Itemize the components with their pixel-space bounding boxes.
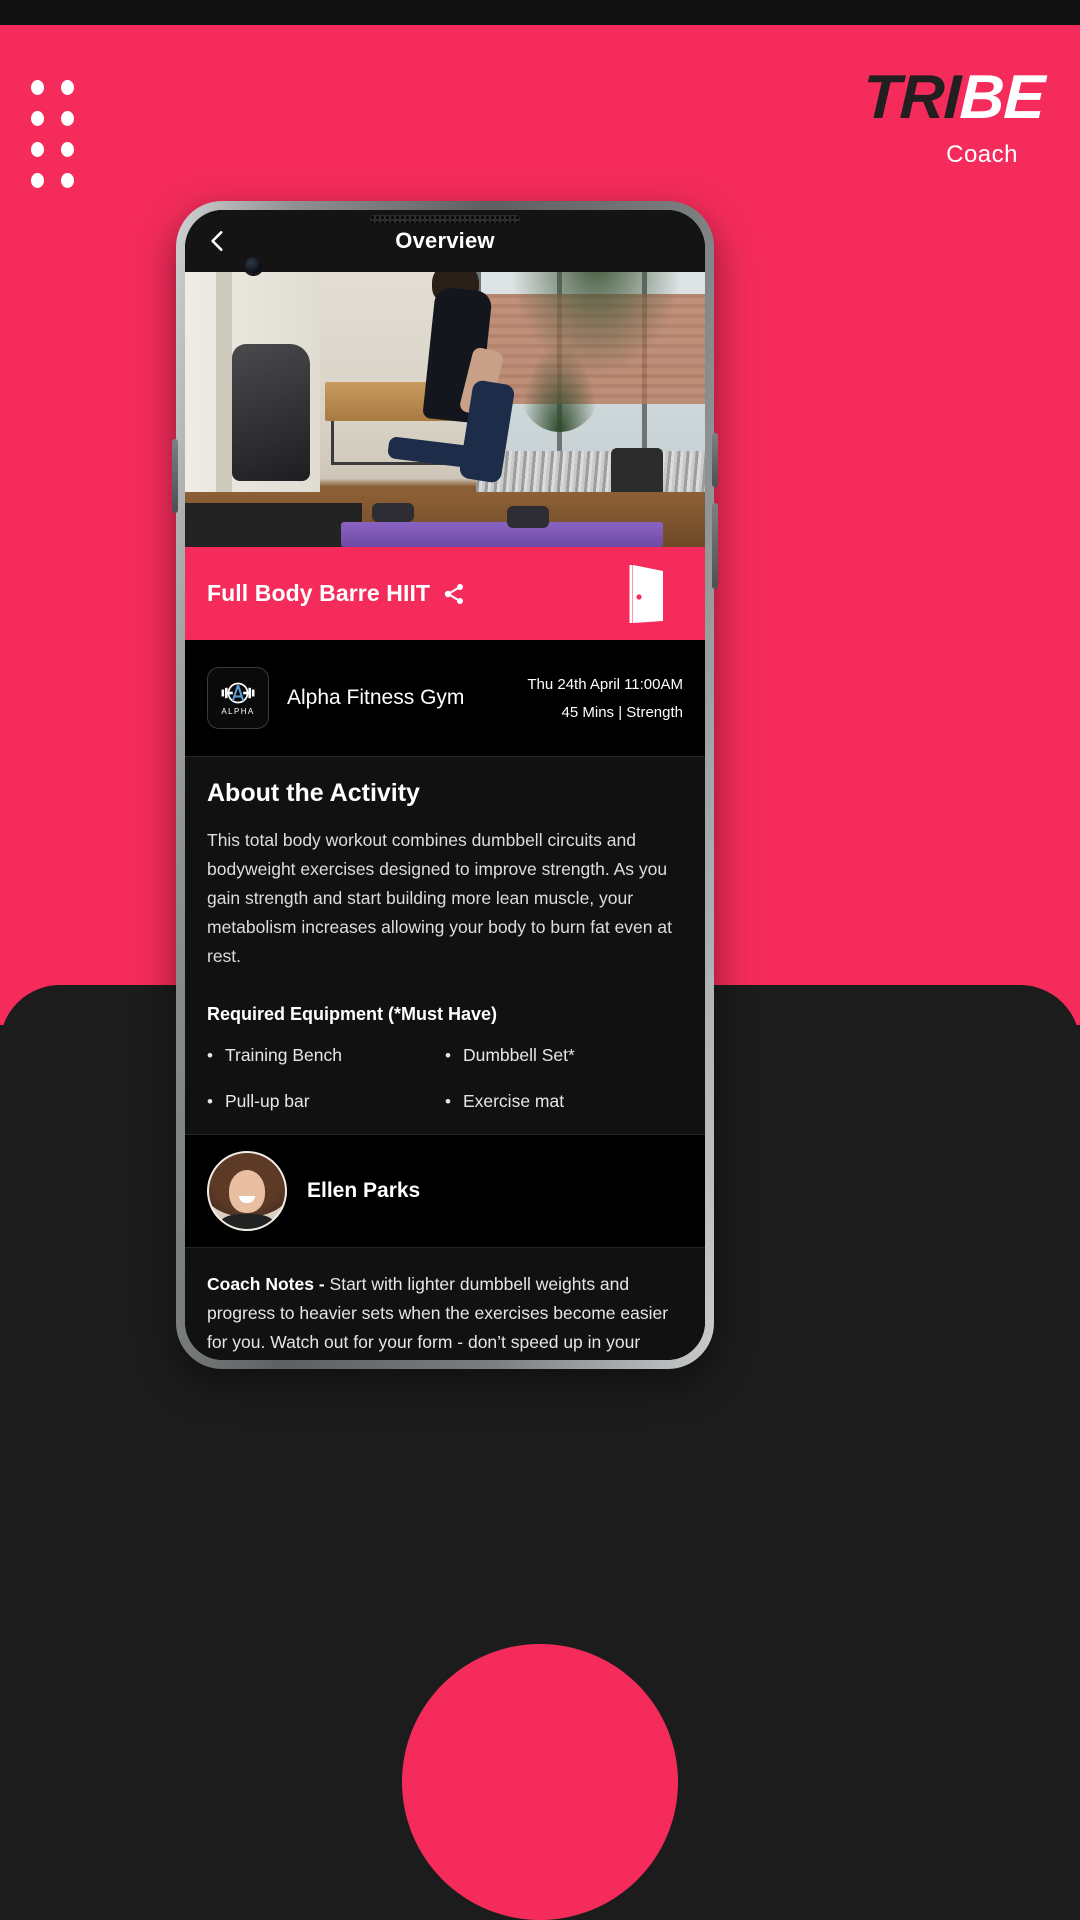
phone-front-camera [245, 257, 262, 274]
dot [31, 111, 44, 126]
coach-notes-label: Coach Notes - [207, 1274, 330, 1295]
app-screen: Overview Full Body Barre HIIT ALPHA Alph… [185, 210, 705, 1360]
door-exit-icon[interactable] [625, 563, 669, 625]
dot [61, 142, 74, 157]
avatar [207, 1151, 287, 1232]
coach-notes-paragraph: Coach Notes - Start with lighter dumbbel… [207, 1270, 683, 1360]
equipment-item: • Pull-up bar [207, 1091, 445, 1112]
dot [31, 173, 44, 188]
equipment-heading: Required Equipment (*Must Have) [207, 1004, 498, 1025]
gym-schedule: Thu 24th April 11:00AM [527, 675, 683, 693]
phone-power-button [712, 433, 718, 487]
equipment-label: Pull-up bar [224, 1091, 310, 1112]
bullet-icon: • [207, 1046, 213, 1066]
about-body: This total body workout combines dumbbel… [207, 830, 672, 966]
video-door-frame [216, 272, 232, 503]
workout-video-thumbnail[interactable] [185, 272, 705, 547]
equipment-label: Training Bench [224, 1045, 343, 1066]
pink-circle-decoration [402, 1644, 678, 1920]
gym-schedule-meta: Thu 24th April 11:00AM 45 Mins | Strengt… [527, 676, 683, 721]
avatar-body [221, 1214, 273, 1230]
video-exercise-bike [231, 343, 310, 481]
about-section: About the Activity This total body worko… [185, 757, 705, 1136]
dot-grid-decoration [31, 80, 91, 204]
equipment-label: Exercise mat [462, 1091, 565, 1112]
dot [61, 173, 74, 188]
equipment-list: • Training Bench • Dumbbell Set* • Pull-up … [207, 1045, 683, 1112]
avatar-face [228, 1170, 266, 1213]
equipment-label: Dumbbell Set* [462, 1045, 575, 1066]
video-dark-floor [185, 503, 362, 547]
phone-mockup: Overview Full Body Barre HIIT ALPHA Alph… [172, 201, 718, 1369]
brand-logo-be: BE [958, 63, 1046, 132]
back-chevron-icon[interactable] [205, 228, 231, 254]
brand-logo-tri: TRI [861, 63, 962, 132]
about-heading: About the Activity [207, 779, 420, 807]
gym-logo: ALPHA [207, 667, 269, 729]
brand-logo-wordmark: TRIBE [862, 63, 1045, 132]
bullet-icon: • [445, 1046, 451, 1066]
video-plant-secondary [517, 338, 601, 432]
alpha-barbell-icon [221, 682, 255, 704]
bullet-icon: • [207, 1092, 213, 1112]
top-status-strip [0, 0, 1080, 25]
video-yoga-mat [341, 522, 664, 547]
coach-name: Ellen Parks [307, 1179, 421, 1203]
brand-logo: TRIBE Coach [862, 63, 1045, 169]
dot [61, 80, 74, 95]
gym-info-row[interactable]: ALPHA Alpha Fitness Gym Thu 24th April 1… [185, 640, 705, 757]
dot [61, 111, 74, 126]
phone-screen-frame: Overview Full Body Barre HIIT ALPHA Alph… [185, 210, 705, 1360]
gym-details: 45 Mins | Strength [561, 703, 683, 721]
coach-notes-section: Coach Notes - Start with lighter dumbbel… [185, 1248, 705, 1360]
page-title: Overview [395, 228, 495, 253]
phone-speaker-grille [370, 215, 520, 223]
share-icon[interactable] [442, 582, 466, 606]
phone-side-button [712, 503, 718, 589]
workout-title: Full Body Barre HIIT [207, 580, 431, 606]
equipment-item: • Exercise mat [445, 1091, 683, 1112]
dot [31, 80, 44, 95]
video-person-shoe-left [372, 503, 414, 523]
coach-row[interactable]: Ellen Parks [185, 1135, 705, 1249]
gym-name: Alpha Fitness Gym [287, 686, 465, 709]
equipment-item: • Training Bench [207, 1045, 445, 1066]
video-person-shoe-right [507, 505, 549, 528]
gym-logo-label: ALPHA [221, 707, 255, 716]
workout-title-bar: Full Body Barre HIIT [185, 547, 705, 640]
phone-volume-button [172, 439, 178, 513]
equipment-item: • Dumbbell Set* [445, 1045, 683, 1066]
bullet-icon: • [445, 1092, 451, 1112]
dot [31, 142, 44, 157]
brand-logo-subtitle: Coach [946, 141, 1018, 168]
